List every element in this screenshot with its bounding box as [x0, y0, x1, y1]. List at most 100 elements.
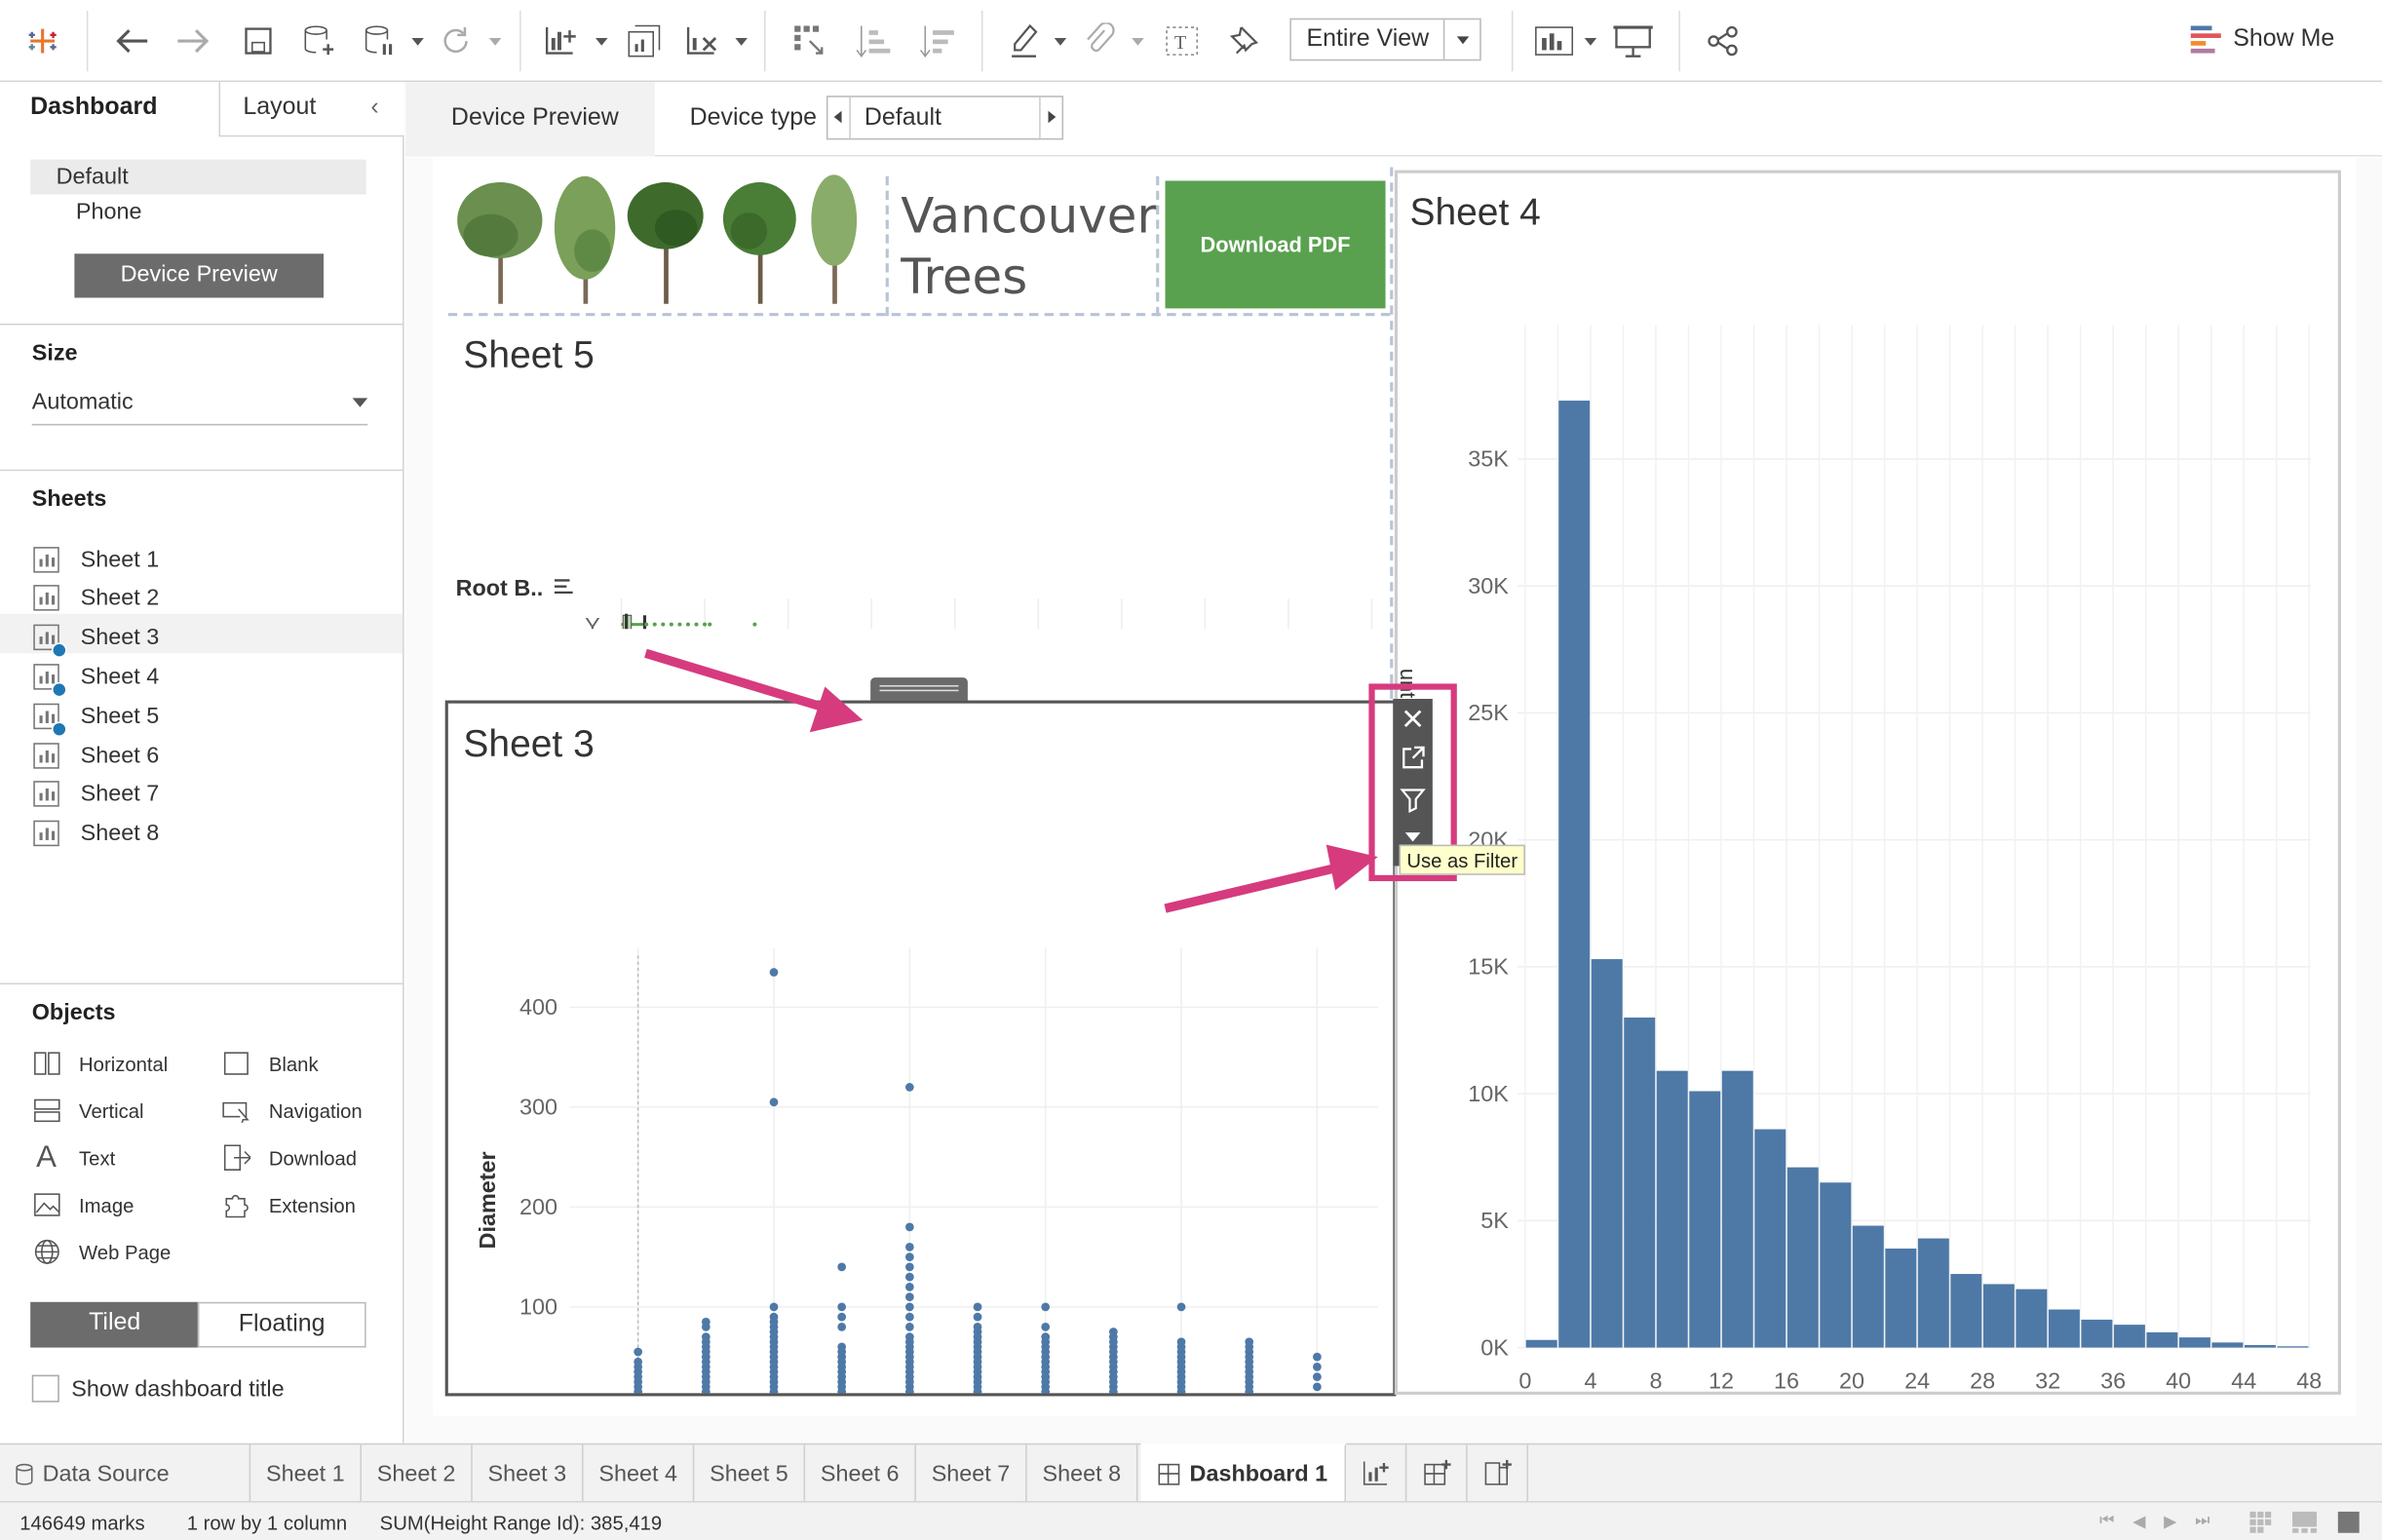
- outlier-point: [703, 622, 708, 627]
- clear-sheet-icon[interactable]: [680, 14, 723, 68]
- next-tab-icon[interactable]: ▶: [2164, 1512, 2176, 1531]
- object-vertical[interactable]: Vertical: [32, 1094, 144, 1127]
- new-dashboard-tab-icon[interactable]: [1406, 1444, 1468, 1503]
- fix-axes-icon[interactable]: [1223, 14, 1266, 68]
- scatter-point: [1176, 1337, 1186, 1347]
- device-phone[interactable]: Phone: [76, 199, 142, 224]
- new-worksheet-icon[interactable]: [539, 14, 582, 68]
- floating-toggle[interactable]: Floating: [197, 1301, 366, 1348]
- object-horizontal[interactable]: Horizontal: [32, 1047, 169, 1080]
- duplicate-sheet-icon[interactable]: [623, 14, 666, 68]
- device-preview-tab-label: Device Preview: [450, 104, 619, 132]
- object-navigation[interactable]: Navigation: [222, 1094, 363, 1127]
- filmstrip-icon[interactable]: [2291, 1510, 2319, 1534]
- sheet-tab[interactable]: Sheet 2: [362, 1444, 473, 1503]
- redo-icon[interactable]: [171, 14, 216, 68]
- histogram-bar: [1721, 1070, 1753, 1348]
- sheet-list-item[interactable]: Sheet 4: [33, 659, 159, 698]
- object-image[interactable]: Image: [32, 1188, 134, 1221]
- size-select[interactable]: Automatic: [31, 389, 368, 426]
- collapse-panel-icon[interactable]: ‹: [370, 95, 378, 122]
- chevron-down-icon[interactable]: [1442, 19, 1479, 59]
- device-type-select[interactable]: Default: [826, 96, 1064, 140]
- prev-tab-icon[interactable]: ◀: [2132, 1512, 2145, 1531]
- object-extension[interactable]: Extension: [222, 1188, 356, 1221]
- scatter-point: [1041, 1332, 1051, 1341]
- tab-dashboard-1[interactable]: Dashboard 1: [1140, 1443, 1347, 1503]
- used-check-icon: [51, 720, 67, 737]
- scatter-point: [1176, 1302, 1186, 1312]
- object-text[interactable]: A Text: [32, 1140, 115, 1174]
- scatter-point: [769, 1097, 779, 1107]
- trees-illustration: [457, 174, 858, 304]
- sheet3-scatter[interactable]: 02468100100200300400Height Range IdDiame…: [448, 773, 1394, 1394]
- tab-data-source[interactable]: Data Source: [0, 1444, 251, 1503]
- swap-rows-columns-icon[interactable]: [787, 14, 832, 68]
- tabs-view-icon[interactable]: [2336, 1510, 2361, 1534]
- object-blank[interactable]: Blank: [222, 1047, 319, 1080]
- sort-ascending-icon[interactable]: [852, 14, 895, 68]
- refresh-icon[interactable]: [435, 14, 478, 68]
- sheet-tab[interactable]: Sheet 1: [250, 1444, 362, 1503]
- drag-handle[interactable]: [870, 677, 968, 703]
- show-mark-labels-icon[interactable]: T: [1161, 14, 1204, 68]
- undo-icon[interactable]: [109, 14, 155, 68]
- sheet5-boxplot[interactable]: 050100150200250300350400450Root B..Diame…: [433, 401, 1390, 630]
- sheet-tab[interactable]: Sheet 7: [916, 1444, 1027, 1503]
- tiled-toggle[interactable]: Tiled: [30, 1301, 200, 1348]
- device-preview-button[interactable]: Device Preview: [74, 253, 325, 298]
- sheet4-histogram[interactable]: 0K5K10K15K20K25K30K35K0 4 8 12 16 20 24 28 32 36 4…: [1400, 250, 2338, 1392]
- prev-device-icon[interactable]: [827, 96, 851, 138]
- sheet-tab[interactable]: Sheet 4: [584, 1444, 695, 1503]
- object-web-page[interactable]: Web Page: [32, 1235, 172, 1268]
- view-toggles: [2248, 1510, 2361, 1534]
- new-story-tab-icon[interactable]: [1468, 1444, 1529, 1503]
- tab-dashboard-label: Dashboard: [30, 94, 158, 121]
- sheet-list-item[interactable]: Sheet 6: [33, 737, 159, 773]
- new-data-source-icon[interactable]: [298, 14, 341, 68]
- histogram-bar: [1917, 1238, 1949, 1348]
- last-tab-icon[interactable]: ⏭: [2195, 1512, 2209, 1531]
- sheet-list-item[interactable]: Sheet 5: [33, 698, 159, 737]
- fit-view-select[interactable]: Entire View: [1289, 18, 1481, 61]
- device-preview-tab[interactable]: Device Preview: [405, 82, 655, 157]
- download-pdf-button[interactable]: Download PDF: [1165, 180, 1386, 309]
- object-download[interactable]: Download: [222, 1141, 357, 1174]
- presentation-mode-icon[interactable]: [1610, 14, 1656, 68]
- show-dashboard-title[interactable]: Show dashboard title: [31, 1374, 285, 1403]
- sheet-list-item[interactable]: Sheet 1: [33, 541, 159, 577]
- sheet-tab[interactable]: Sheet 5: [694, 1444, 806, 1503]
- tab-dashboard[interactable]: Dashboard: [0, 82, 218, 136]
- sheet-tab[interactable]: Sheet 6: [805, 1444, 916, 1503]
- sheet-list-item[interactable]: Sheet 3: [33, 619, 159, 659]
- show-title-checkbox[interactable]: [31, 1374, 59, 1403]
- save-icon[interactable]: [237, 14, 280, 68]
- sort-descending-icon[interactable]: [916, 14, 959, 68]
- share-icon[interactable]: [1702, 14, 1745, 68]
- object-label: Image: [79, 1193, 134, 1216]
- group-members-icon[interactable]: [1079, 14, 1122, 68]
- first-tab-icon[interactable]: ⏮: [2099, 1512, 2114, 1531]
- tab-data-source-label: Data Source: [42, 1460, 170, 1487]
- show-me-button[interactable]: Show Me: [2190, 24, 2334, 55]
- scatter-point: [904, 1262, 914, 1272]
- next-device-icon[interactable]: [1039, 96, 1061, 138]
- tableau-logo-icon[interactable]: [21, 14, 64, 68]
- device-default[interactable]: Default: [30, 159, 366, 195]
- sheet-list-item[interactable]: Sheet 2: [33, 580, 159, 616]
- highlight-icon[interactable]: [1003, 14, 1046, 68]
- new-worksheet-tab-icon[interactable]: [1346, 1444, 1407, 1503]
- scatter-point: [1109, 1328, 1118, 1336]
- image-icon: [32, 1192, 61, 1217]
- scatter-point: [904, 1332, 914, 1341]
- show-cards-icon[interactable]: [1533, 14, 1576, 68]
- worksheet-icon: [33, 546, 59, 572]
- pause-updates-icon[interactable]: [359, 14, 402, 68]
- sheet-tab[interactable]: Sheet 3: [473, 1444, 584, 1503]
- sheet-sorter-icon[interactable]: [2248, 1510, 2273, 1534]
- histogram-bar: [1885, 1248, 1917, 1348]
- sheet-tab[interactable]: Sheet 8: [1027, 1444, 1138, 1503]
- sheet-list-item[interactable]: Sheet 7: [33, 776, 159, 812]
- sheet-list-item[interactable]: Sheet 8: [33, 815, 159, 851]
- histogram-bar: [1656, 1070, 1688, 1348]
